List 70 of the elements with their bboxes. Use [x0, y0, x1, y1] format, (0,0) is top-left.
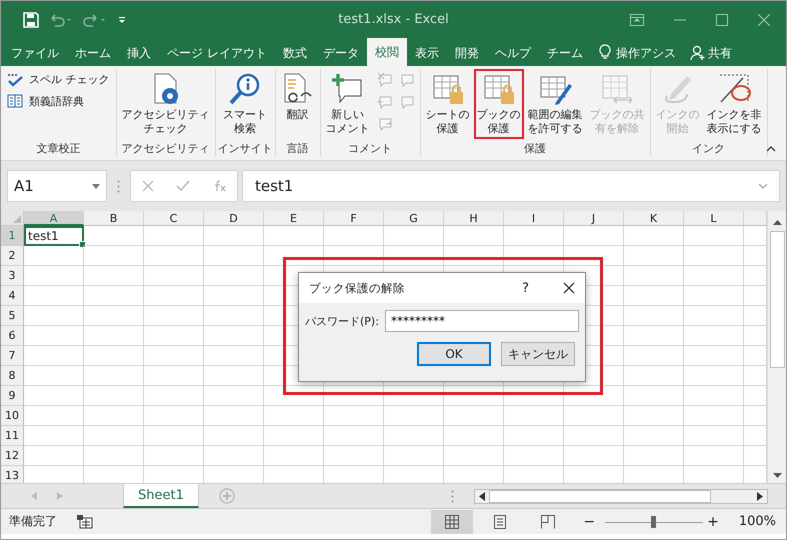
ribbon-tab[interactable]: 表示: [406, 40, 447, 66]
dialog-button[interactable]: キャンセル: [501, 342, 575, 366]
group-label: 保護: [524, 141, 546, 156]
ribbon-tab[interactable]: 挿入: [119, 40, 159, 66]
row-header[interactable]: 3: [1, 266, 24, 286]
tell-me-field[interactable]: 操作アシス: [616, 40, 676, 66]
row-header[interactable]: 10: [1, 406, 24, 426]
zoom-in-button[interactable]: +: [707, 514, 719, 530]
column-header[interactable]: C: [144, 211, 204, 226]
column-header[interactable]: F: [324, 211, 384, 226]
ribbon-tab[interactable]: ファイル: [3, 40, 67, 66]
group-label: 言語: [286, 141, 308, 156]
row-header[interactable]: 4: [1, 286, 24, 306]
column-header[interactable]: J: [564, 211, 624, 226]
row-header[interactable]: 1: [1, 226, 24, 246]
row-header[interactable]: 8: [1, 366, 24, 386]
dialog-button[interactable]: OK: [417, 342, 491, 366]
group-label: 文章校正: [36, 141, 80, 156]
ribbon-button[interactable]: スマート検索: [220, 69, 270, 139]
share-button[interactable]: 共有: [708, 40, 732, 66]
ribbon-button[interactable]: 新しいコメント: [322, 69, 372, 139]
ribbon-button[interactable]: ブックの保護: [474, 69, 524, 139]
ribbon-tab[interactable]: データ: [314, 40, 367, 66]
group-label: インサイト: [218, 141, 272, 156]
dialog-title: ブック保護の解除: [309, 280, 406, 296]
zoom-level: 100%: [738, 514, 777, 529]
row-header[interactable]: 6: [1, 326, 24, 346]
group-label: アクセシビリティ: [122, 141, 210, 156]
ribbon-button[interactable]: スペル チェック: [25, 69, 114, 89]
password-field[interactable]: *********: [384, 310, 579, 332]
ribbon-tab[interactable]: ページ レイアウト: [159, 40, 275, 66]
ribbon-button[interactable]: インクを非表示にする: [704, 69, 764, 139]
group-label: コメント: [348, 141, 392, 156]
window-title: test1.xlsx - Excel: [338, 12, 449, 27]
column-header[interactable]: H: [444, 211, 504, 226]
ribbon-button[interactable]: 翻訳: [278, 69, 318, 125]
row-header[interactable]: 2: [1, 246, 24, 266]
field-label: パスワード(P):: [305, 314, 379, 328]
ribbon-tab[interactable]: 校閲: [366, 38, 407, 66]
ribbon-button[interactable]: アクセシビリティチェック: [118, 69, 212, 139]
column-header[interactable]: E: [264, 211, 324, 226]
ribbon-button[interactable]: 範囲の編集を許可する: [524, 69, 586, 139]
row-header[interactable]: 13: [1, 466, 24, 483]
column-header[interactable]: L: [684, 211, 744, 226]
row-header[interactable]: 7: [1, 346, 24, 366]
table-cell[interactable]: test1: [24, 226, 84, 246]
row-header[interactable]: 9: [1, 386, 24, 406]
ribbon-tab[interactable]: ホーム: [67, 40, 119, 66]
ribbon-tab[interactable]: 数式: [274, 40, 315, 66]
help-button[interactable]: ?: [522, 280, 529, 296]
formula-field[interactable]: test1: [242, 170, 780, 202]
column-header[interactable]: A: [24, 211, 84, 226]
row-header[interactable]: 12: [1, 446, 24, 466]
column-header[interactable]: D: [204, 211, 264, 226]
zoom-out-button[interactable]: −: [583, 514, 596, 530]
sheet-tab[interactable]: Sheet1: [123, 484, 199, 508]
row-header[interactable]: 11: [1, 426, 24, 446]
status-text: 準備完了: [9, 513, 57, 530]
column-header[interactable]: B: [84, 211, 144, 226]
column-header[interactable]: G: [384, 211, 444, 226]
column-header[interactable]: K: [624, 211, 684, 226]
ribbon-button[interactable]: シートの保護: [422, 69, 472, 139]
ribbon-tab[interactable]: ヘルプ: [486, 40, 539, 66]
name-box[interactable]: A1: [7, 170, 107, 202]
ribbon-tab[interactable]: 開発: [446, 40, 487, 66]
column-header[interactable]: I: [504, 211, 564, 226]
row-header[interactable]: 5: [1, 306, 24, 326]
ribbon-tab[interactable]: チーム: [538, 40, 591, 66]
group-label: インク: [692, 141, 725, 156]
ribbon-button[interactable]: 類義語辞典: [25, 91, 88, 111]
